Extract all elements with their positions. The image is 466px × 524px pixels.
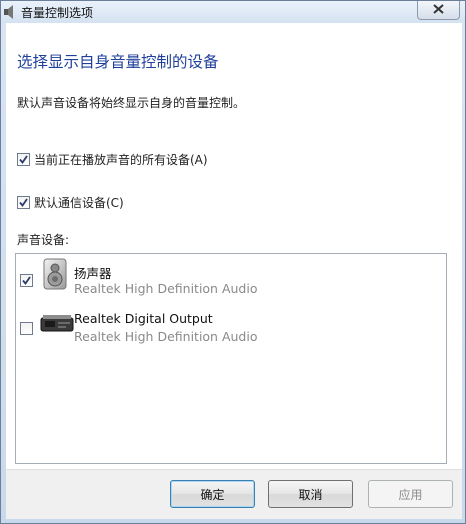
window-title: 音量控制选项 [21,6,94,20]
digital-output-name: Realtek Digital Output [74,311,213,326]
list-item-digital-output[interactable]: Realtek Digital Output Realtek High Defi… [16,304,446,350]
sound-device-list[interactable]: 扬声器 Realtek High Definition Audio Realte… [15,253,447,464]
list-item-speaker[interactable]: 扬声器 Realtek High Definition Audio [16,256,446,302]
dialog-window: 音量控制选项 选择显示自身音量控制的设备 默认声音设备将始终显示自身的音量控制。… [0,0,466,524]
close-button[interactable] [417,1,460,20]
speaker-driver: Realtek High Definition Audio [74,281,258,296]
title-bar: 音量控制选项 [1,1,465,23]
speaker-app-icon [3,4,17,20]
speaker-icon [40,258,72,290]
button-bar: 确定 取消 应用 [6,469,462,519]
digital-output-driver: Realtek High Definition Audio [74,329,258,344]
digital-output-checkbox[interactable] [20,322,33,335]
close-icon [433,3,444,17]
cancel-button[interactable]: 取消 [268,480,353,508]
all-playing-devices-option[interactable]: 当前正在播放声音的所有设备(A) [17,151,208,168]
default-communication-label: 默认通信设备(C) [34,196,124,210]
ok-button[interactable]: 确定 [170,480,255,508]
sound-devices-label: 声音设备: [17,233,70,247]
description-text: 默认声音设备将始终显示自身的音量控制。 [17,96,246,110]
apply-button[interactable]: 应用 [368,480,453,508]
all-playing-devices-checkbox[interactable] [17,153,30,166]
default-communication-option[interactable]: 默认通信设备(C) [17,194,124,211]
speaker-checkbox[interactable] [20,274,33,287]
dialog-content: 选择显示自身音量控制的设备 默认声音设备将始终显示自身的音量控制。 当前正在播放… [6,23,462,519]
speaker-name: 扬声器 [74,266,112,281]
default-communication-checkbox[interactable] [17,196,30,209]
digital-output-icon [40,306,74,338]
all-playing-devices-label: 当前正在播放声音的所有设备(A) [34,153,208,167]
page-heading: 选择显示自身音量控制的设备 [17,53,219,71]
